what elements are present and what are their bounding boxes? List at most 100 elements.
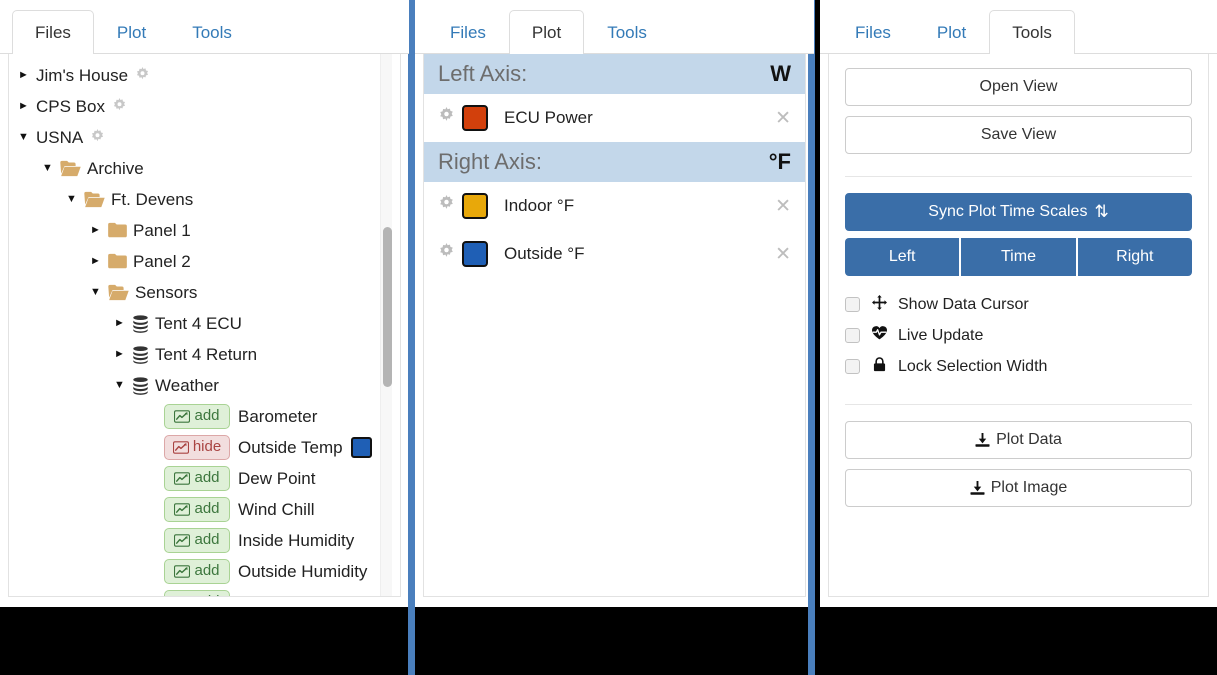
gear-icon[interactable] bbox=[438, 195, 462, 217]
series-color-swatch[interactable] bbox=[462, 105, 488, 131]
download-plot-data-button[interactable]: Plot Data bbox=[845, 421, 1192, 459]
chevron-down-icon[interactable]: ▼ bbox=[63, 194, 80, 205]
tree-node[interactable]: ► Panel 1 bbox=[9, 215, 400, 246]
chevron-down-icon[interactable]: ▼ bbox=[111, 380, 128, 391]
channel-label: Barometer bbox=[238, 406, 318, 426]
database-icon bbox=[132, 314, 149, 333]
files-tree-scrollbar-thumb[interactable] bbox=[383, 227, 392, 387]
database-icon bbox=[132, 345, 149, 364]
download-plot-image-button[interactable]: Plot Image bbox=[845, 469, 1192, 507]
chevron-right-icon[interactable]: ► bbox=[111, 318, 128, 329]
series-color-swatch[interactable] bbox=[462, 193, 488, 219]
tree-node[interactable]: ▼ Weather bbox=[9, 370, 400, 401]
add-channel-button[interactable]: add bbox=[164, 497, 230, 522]
checkbox[interactable] bbox=[845, 359, 860, 374]
gear-icon[interactable] bbox=[112, 98, 127, 115]
files-tree[interactable]: ► Jim's House ► CPS Box ▼ USNA ▼ Archive ▼ Ft. De… bbox=[9, 54, 400, 596]
tree-node[interactable]: ► Panel 2 bbox=[9, 246, 400, 277]
close-icon[interactable]: ✕ bbox=[775, 107, 791, 130]
channel-row[interactable]: add Barometer bbox=[9, 401, 400, 432]
plot-series-row[interactable]: Indoor °F ✕ bbox=[424, 182, 805, 230]
tab-plot[interactable]: Plot bbox=[94, 10, 169, 54]
tools-panel-tabbar: Files Plot Tools bbox=[820, 0, 1217, 54]
checkbox-row[interactable]: Show Data Cursor bbox=[845, 289, 1192, 320]
chevron-down-icon[interactable]: ▼ bbox=[87, 287, 104, 298]
chevron-down-icon[interactable]: ▼ bbox=[39, 163, 56, 174]
segment-time[interactable]: Time bbox=[961, 238, 1078, 276]
heartbeat-icon bbox=[870, 326, 888, 345]
tree-node[interactable]: ▼ Archive bbox=[9, 153, 400, 184]
tab-files[interactable]: Files bbox=[12, 9, 94, 54]
channel-row[interactable]: add Inside Humidity bbox=[9, 525, 400, 556]
panel-splitter-right[interactable] bbox=[808, 0, 815, 675]
folder-icon bbox=[108, 253, 127, 270]
tree-node[interactable]: ► Tent 4 ECU bbox=[9, 308, 400, 339]
open-view-button[interactable]: Open View bbox=[845, 68, 1192, 106]
chevron-right-icon[interactable]: ► bbox=[87, 256, 104, 267]
add-channel-button[interactable]: add bbox=[164, 466, 230, 491]
tree-node[interactable]: ▼ USNA bbox=[9, 122, 400, 153]
channel-action-label: hide bbox=[192, 438, 222, 456]
tree-node-label: Ft. Devens bbox=[111, 189, 194, 209]
tree-node-label: Tent 4 Return bbox=[155, 344, 258, 364]
plot-series-container: Left Axis: W ECU Power ✕ Right Axis: °F Indoor… bbox=[423, 54, 806, 597]
tree-node[interactable]: ► Tent 4 Return bbox=[9, 339, 400, 370]
panel-splitter-left[interactable] bbox=[408, 0, 415, 675]
close-icon[interactable]: ✕ bbox=[775, 195, 791, 218]
checkbox[interactable] bbox=[845, 297, 860, 312]
series-name: Outside °F bbox=[504, 244, 585, 263]
save-view-button[interactable]: Save View bbox=[845, 116, 1192, 154]
chevron-right-icon[interactable]: ► bbox=[15, 70, 32, 81]
sync-plot-time-scales-button[interactable]: Sync Plot Time Scales ⇅ bbox=[845, 193, 1192, 231]
chevron-right-icon[interactable]: ► bbox=[15, 101, 32, 112]
checkbox-row[interactable]: Live Update bbox=[845, 320, 1192, 351]
add-channel-button[interactable]: add bbox=[164, 404, 230, 429]
channel-row[interactable]: add Outside Humidity bbox=[9, 556, 400, 587]
tab-tools[interactable]: Tools bbox=[989, 9, 1075, 54]
add-channel-button[interactable]: add bbox=[164, 528, 230, 553]
segment-left[interactable]: Left bbox=[845, 238, 962, 276]
plot-panel: Files Plot Tools Left Axis: W ECU Power ✕ Righ… bbox=[415, 0, 814, 607]
channel-action-label: add bbox=[194, 531, 220, 549]
download-icon bbox=[975, 432, 990, 448]
hide-channel-button[interactable]: hide bbox=[164, 435, 230, 460]
tab-files[interactable]: Files bbox=[427, 10, 509, 54]
plot-series-row[interactable]: ECU Power ✕ bbox=[424, 94, 805, 142]
files-tree-scrollbar[interactable] bbox=[380, 54, 392, 596]
tab-tools[interactable]: Tools bbox=[169, 10, 255, 54]
tree-node-label: Sensors bbox=[135, 282, 198, 302]
gear-icon[interactable] bbox=[135, 67, 150, 84]
series-color-swatch[interactable] bbox=[462, 241, 488, 267]
plot-series-row[interactable]: Outside °F ✕ bbox=[424, 230, 805, 278]
tools-content-container: Open View Save View Sync Plot Time Scale… bbox=[828, 54, 1209, 597]
download-button-label: Plot Image bbox=[990, 479, 1068, 496]
close-icon[interactable]: ✕ bbox=[775, 243, 791, 266]
channel-color-swatch[interactable] bbox=[350, 437, 372, 458]
chevron-right-icon[interactable]: ► bbox=[111, 349, 128, 360]
tree-node[interactable]: ► Jim's House bbox=[9, 60, 400, 91]
add-channel-button[interactable]: add bbox=[164, 559, 230, 584]
channel-row[interactable]: add Dew Point bbox=[9, 463, 400, 494]
chevron-right-icon[interactable]: ► bbox=[87, 225, 104, 236]
chevron-down-icon[interactable]: ▼ bbox=[15, 132, 32, 143]
right-axis-header: Right Axis: °F bbox=[424, 142, 805, 182]
tab-plot[interactable]: Plot bbox=[914, 10, 989, 54]
gear-icon[interactable] bbox=[438, 243, 462, 265]
axis-segment-group[interactable]: Left Time Right bbox=[845, 238, 1192, 276]
gear-icon[interactable] bbox=[90, 129, 105, 146]
tree-node[interactable]: ▼ Sensors bbox=[9, 277, 400, 308]
segment-right[interactable]: Right bbox=[1077, 238, 1192, 276]
checkbox[interactable] bbox=[845, 328, 860, 343]
channel-row[interactable]: hide Outside Temp bbox=[9, 432, 400, 463]
tree-node[interactable]: ► CPS Box bbox=[9, 91, 400, 122]
tab-files[interactable]: Files bbox=[832, 10, 914, 54]
tab-plot[interactable]: Plot bbox=[508, 9, 585, 54]
checkbox-row[interactable]: Lock Selection Width bbox=[845, 351, 1192, 382]
tree-node[interactable]: ▼ Ft. Devens bbox=[9, 184, 400, 215]
channel-row[interactable]: add Wind Chill bbox=[9, 494, 400, 525]
add-channel-button[interactable]: add bbox=[164, 590, 230, 596]
plot-panel-tabbar: Files Plot Tools bbox=[415, 0, 814, 54]
tab-tools[interactable]: Tools bbox=[584, 10, 670, 54]
channel-row[interactable]: add bbox=[9, 587, 400, 596]
gear-icon[interactable] bbox=[438, 107, 462, 129]
